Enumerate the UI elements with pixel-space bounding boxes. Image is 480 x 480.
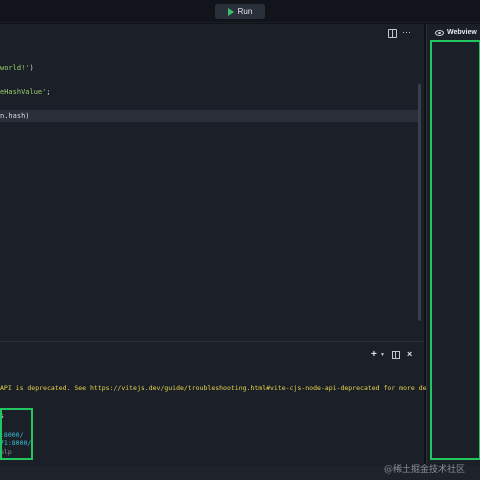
split-terminal-icon[interactable]	[392, 351, 400, 359]
code-text: ;	[46, 88, 51, 96]
new-terminal-icon[interactable]: +	[371, 350, 377, 360]
code-line: world!')	[0, 62, 34, 74]
run-button[interactable]: Run	[215, 4, 265, 19]
top-toolbar: Run	[0, 0, 480, 23]
webview-highlight-box	[430, 40, 480, 460]
close-icon[interactable]: ×	[407, 349, 412, 359]
code-text: )	[29, 64, 34, 72]
tab-webview[interactable]: Webview	[435, 29, 477, 36]
play-icon	[227, 7, 234, 16]
code-line-active: n.hash)	[0, 110, 418, 122]
terminal-highlight-box	[0, 408, 33, 460]
watermark: @稀土掘金技术社区	[384, 465, 466, 475]
eye-icon	[435, 29, 444, 36]
terminal-panel: + ▼ × API is deprecated. See https://vit…	[0, 341, 446, 466]
split-editor-icon[interactable]	[388, 29, 397, 38]
code-editor[interactable]: ⋯ world!') eHashValue'; n.hash)	[0, 24, 424, 341]
tab-webview-label: Webview	[447, 29, 477, 36]
more-options-icon[interactable]: ⋯	[402, 27, 411, 37]
code-line: eHashValue';	[0, 86, 51, 98]
code-text: n.hash)	[0, 112, 30, 120]
run-button-label: Run	[237, 7, 253, 16]
code-string: world!'	[0, 64, 30, 72]
editor-toolbar: ⋯	[0, 24, 424, 44]
editor-scrollbar[interactable]	[418, 84, 421, 321]
code-string: eHashValue'	[0, 88, 47, 96]
webview-panel: Webview	[426, 24, 480, 466]
chevron-down-icon[interactable]: ▼	[380, 350, 385, 360]
terminal-warning: API is deprecated. See https://vitejs.de…	[0, 384, 447, 392]
